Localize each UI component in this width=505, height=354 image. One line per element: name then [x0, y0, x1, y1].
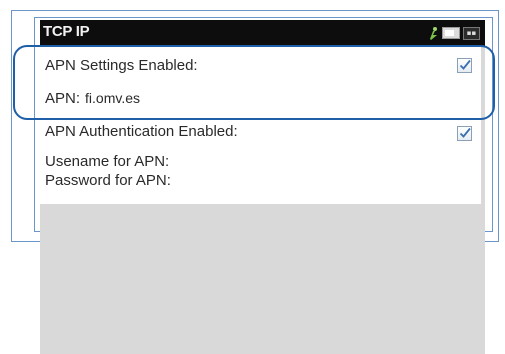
- password-row[interactable]: Password for APN:: [40, 172, 481, 192]
- apn-auth-label: APN Authentication Enabled:: [45, 123, 238, 140]
- username-row[interactable]: Usename for APN:: [40, 153, 481, 173]
- apn-label: APN:: [45, 90, 81, 107]
- divider: [40, 118, 481, 119]
- signal-icon: [430, 27, 437, 40]
- title-bar: TCP IP ▪▪: [40, 20, 485, 47]
- check-icon: [459, 59, 471, 70]
- apn-settings-row[interactable]: APN Settings Enabled:: [40, 53, 481, 81]
- battery-icon: [442, 27, 460, 39]
- apn-auth-checkbox[interactable]: [457, 126, 472, 141]
- notification-icon: ▪▪: [463, 26, 480, 40]
- apn-value[interactable]: fi.omv.es: [85, 90, 140, 106]
- device-screen: TCP IP ▪▪ APN Settings Enabled: APN: fi.o…: [40, 20, 485, 354]
- apn-settings-checkbox[interactable]: [457, 58, 472, 73]
- username-label: Usename for APN:: [45, 153, 170, 170]
- password-label: Password for APN:: [45, 172, 171, 189]
- check-icon: [459, 127, 471, 138]
- app-title: TCP IP: [43, 23, 90, 40]
- apn-row[interactable]: APN: fi.omv.es: [40, 85, 481, 111]
- status-icons: ▪▪: [428, 25, 480, 41]
- settings-panel: APN Settings Enabled: APN: fi.omv.es APN …: [40, 47, 481, 204]
- apn-auth-row[interactable]: APN Authentication Enabled:: [40, 123, 481, 147]
- apn-settings-label: APN Settings Enabled:: [45, 57, 198, 74]
